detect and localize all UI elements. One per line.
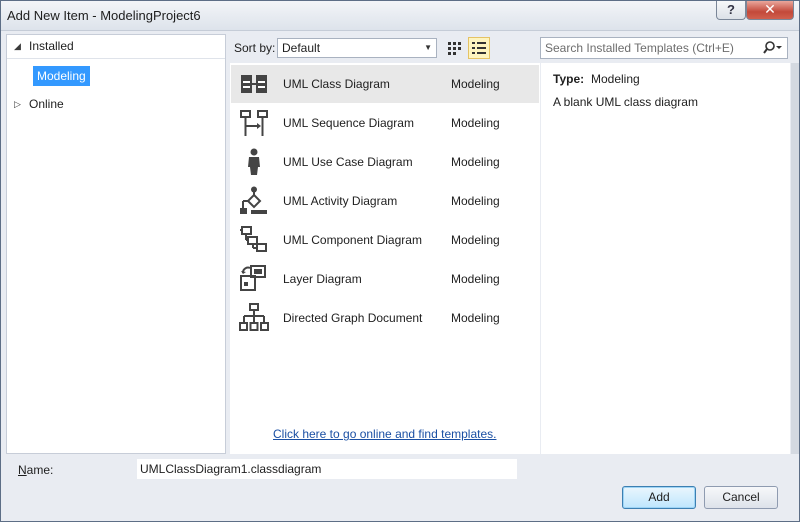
tree-node-label: Online	[29, 97, 64, 111]
template-name: UML Activity Diagram	[283, 194, 398, 208]
template-category: Modeling	[451, 116, 500, 130]
search-placeholder: Search Installed Templates (Ctrl+E)	[545, 41, 734, 55]
class-diagram-icon	[241, 75, 267, 93]
template-category: Modeling	[451, 77, 500, 91]
template-name: UML Class Diagram	[283, 77, 390, 91]
list-view-button[interactable]	[468, 37, 490, 59]
add-button[interactable]: Add	[622, 486, 696, 509]
tree-node-label: Installed	[29, 39, 74, 53]
sequence-diagram-icon	[240, 110, 268, 136]
template-category: Modeling	[451, 311, 500, 325]
sort-by-label: Sort by:	[234, 41, 276, 55]
list-item[interactable]: Directed Graph Document Modeling	[231, 299, 539, 337]
tree-node-installed[interactable]: ◢ Installed	[7, 35, 225, 57]
help-button[interactable]: ?	[716, 1, 746, 20]
template-name: Layer Diagram	[283, 272, 362, 286]
template-toolbar: Sort by: Default ▼ Search Installed Temp…	[227, 34, 795, 62]
template-name: Directed Graph Document	[283, 311, 423, 325]
list-item[interactable]: UML Component Diagram Modeling	[231, 221, 539, 259]
list-item[interactable]: UML Activity Diagram Modeling	[231, 182, 539, 220]
layer-diagram-icon	[240, 265, 266, 291]
grid-view-icon	[448, 42, 461, 55]
list-item[interactable]: UML Use Case Diagram Modeling	[231, 143, 539, 181]
list-view-icon	[472, 42, 486, 54]
template-description: A blank UML class diagram	[553, 95, 698, 109]
activity-diagram-icon	[240, 186, 267, 214]
template-name: UML Sequence Diagram	[283, 116, 414, 130]
tree-node-modeling[interactable]: Modeling	[33, 66, 90, 86]
add-new-item-dialog: Add New Item - ModelingProject6 ? ✕ ◢ In…	[0, 0, 800, 522]
template-category: Modeling	[451, 233, 500, 247]
type-label: Type:	[553, 72, 585, 86]
template-category-tree: ◢ Installed Modeling ▷ Online	[6, 34, 226, 454]
close-button[interactable]: ✕	[746, 1, 794, 20]
name-label: Name:	[18, 463, 54, 477]
sort-by-dropdown[interactable]: Default ▼	[277, 38, 437, 58]
expanded-arrow-icon[interactable]: ◢	[14, 35, 21, 57]
list-item[interactable]: Layer Diagram Modeling	[231, 260, 539, 298]
template-details-pane: Type: Modeling A blank UML class diagram	[541, 63, 790, 454]
dialog-footer: Name: UMLClassDiagram1.classdiagram Add …	[1, 455, 799, 521]
type-value: Modeling	[591, 72, 640, 86]
dropdown-arrow-icon[interactable]: ▼	[424, 39, 432, 57]
name-label-text: ame:	[26, 463, 54, 477]
list-item[interactable]: UML Class Diagram Modeling	[231, 65, 539, 103]
collapsed-arrow-icon[interactable]: ▷	[14, 93, 21, 115]
template-category: Modeling	[451, 194, 500, 208]
use-case-diagram-icon	[248, 148, 260, 175]
title-bar: Add New Item - ModelingProject6 ? ✕	[1, 1, 799, 31]
list-item[interactable]: UML Sequence Diagram Modeling	[231, 104, 539, 142]
tree-divider	[7, 58, 225, 59]
directed-graph-icon	[239, 303, 269, 331]
cancel-button[interactable]: Cancel	[704, 486, 778, 509]
template-name: UML Use Case Diagram	[283, 155, 413, 169]
component-diagram-icon	[240, 226, 267, 252]
window-title: Add New Item - ModelingProject6	[7, 8, 201, 23]
sort-by-value: Default	[282, 41, 321, 55]
find-online-templates-link[interactable]: Click here to go online and find templat…	[273, 427, 496, 441]
search-templates-input[interactable]: Search Installed Templates (Ctrl+E)	[540, 37, 788, 59]
template-list: UML Class Diagram Modeling UML Sequence …	[230, 63, 540, 454]
tree-node-online[interactable]: ▷ Online	[7, 93, 225, 115]
template-name: UML Component Diagram	[283, 233, 422, 247]
template-category: Modeling	[451, 155, 500, 169]
template-category: Modeling	[451, 272, 500, 286]
small-icons-view-button[interactable]	[443, 37, 465, 59]
name-field[interactable]: UMLClassDiagram1.classdiagram	[137, 459, 517, 479]
window-edge-scrollbar	[791, 63, 799, 454]
search-icon[interactable]	[761, 40, 783, 56]
